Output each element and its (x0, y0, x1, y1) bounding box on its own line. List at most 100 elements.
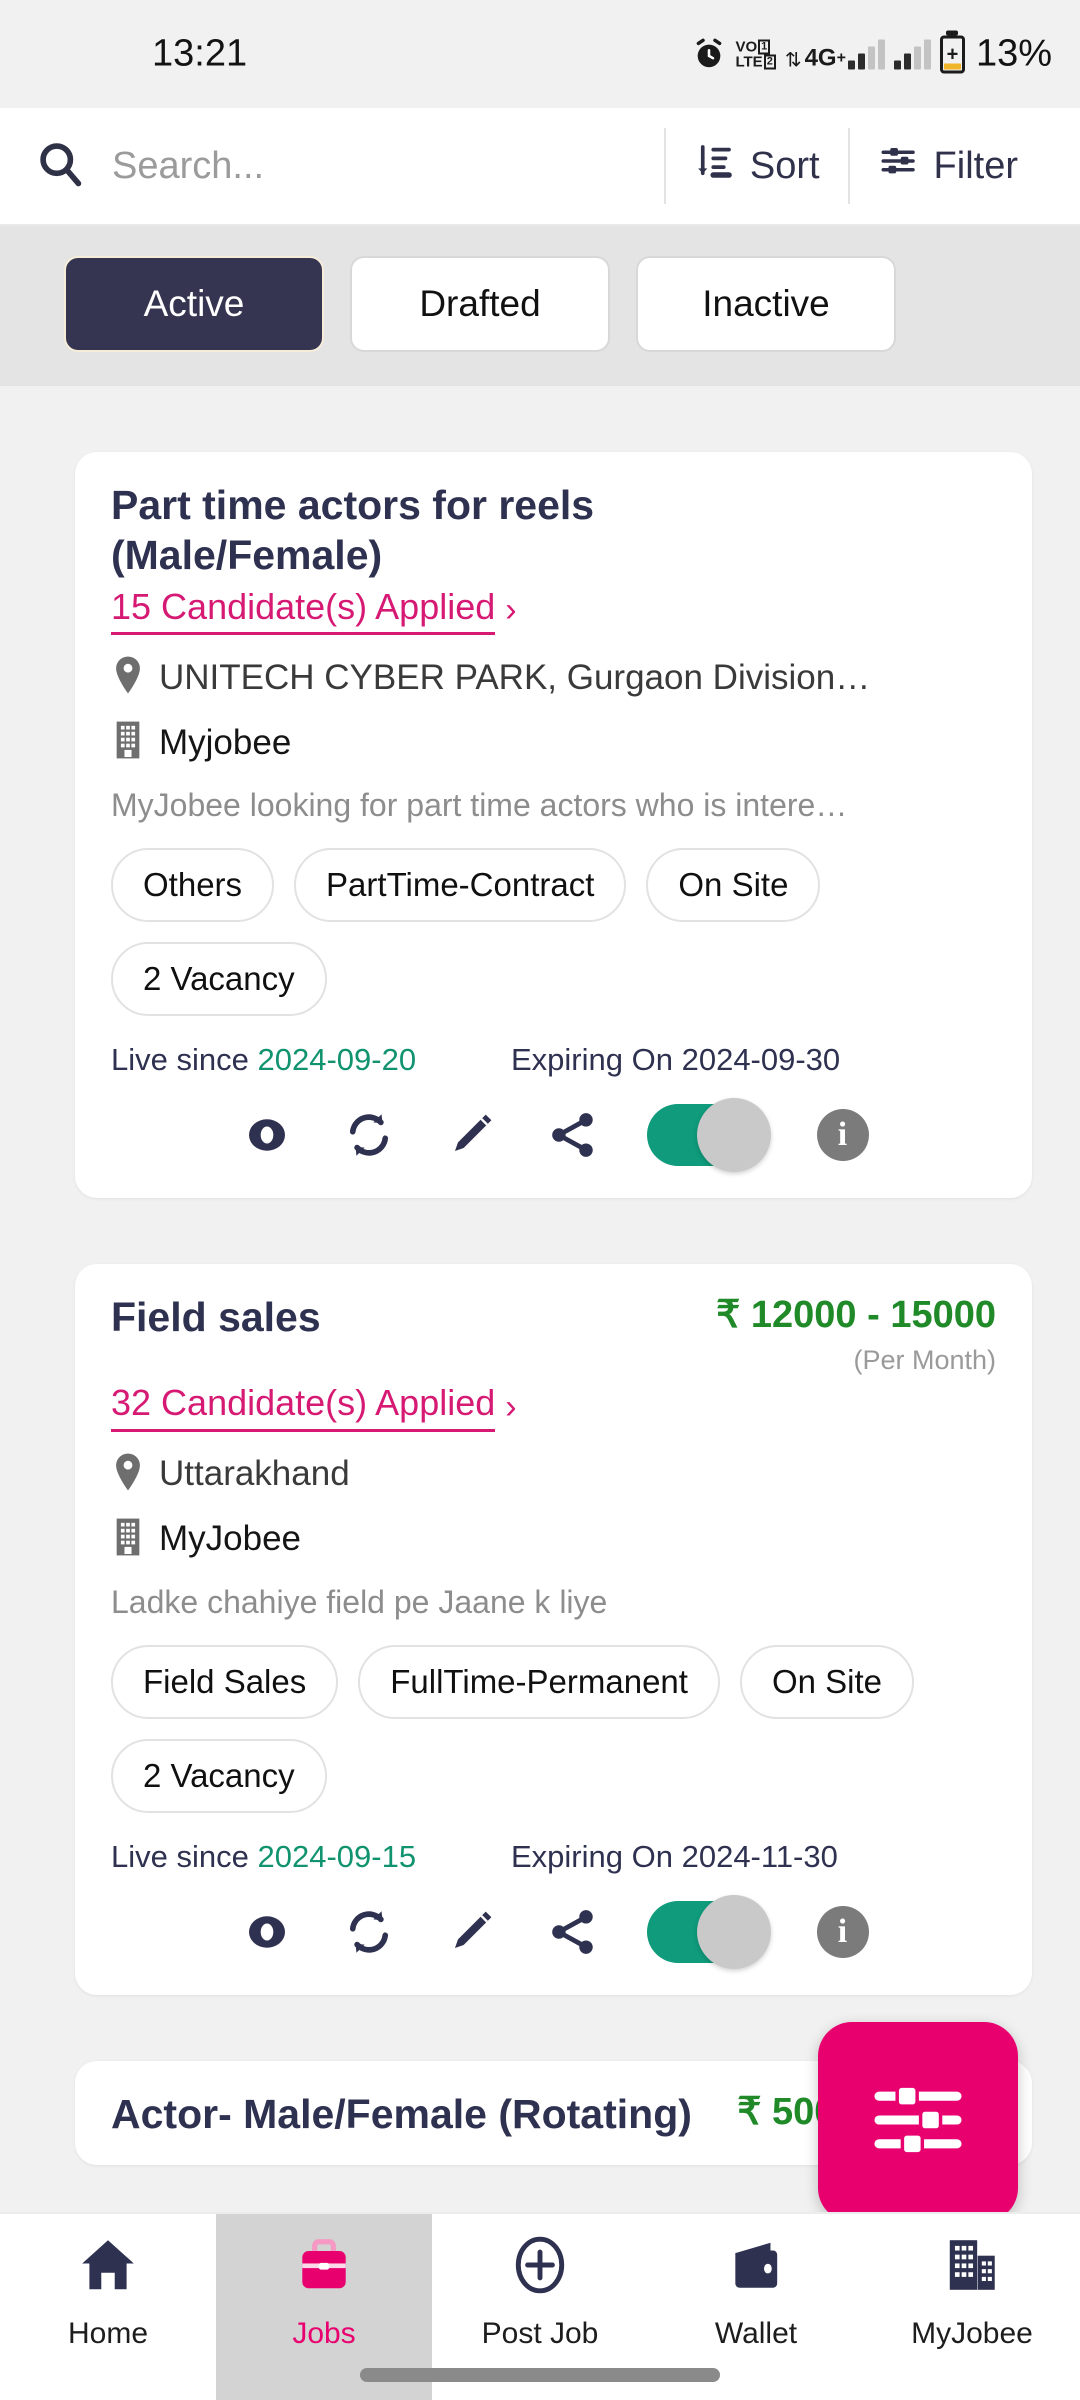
job-title: Part time actors for reels (Male/Female) (111, 482, 595, 579)
salary-period: (Per Month) (853, 1345, 996, 1376)
location-label: UNITECH CYBER PARK, Gurgaon Division… (159, 657, 871, 697)
tab-active[interactable]: Active (64, 256, 324, 352)
live-since-label: Live since (111, 1838, 249, 1874)
chevron-right-icon: › (505, 1387, 517, 1426)
job-title: Field sales (111, 1294, 321, 1341)
live-since-label: Live since (111, 1042, 249, 1078)
eye-icon[interactable] (239, 1904, 295, 1960)
job-location: UNITECH CYBER PARK, Gurgaon Division… (111, 655, 996, 700)
live-since-date: 2024-09-20 (257, 1042, 417, 1078)
sim-2-badge: 2 (763, 54, 776, 69)
expiring-date: 2024-11-30 (681, 1838, 838, 1874)
status-indicators: VO 1 LTE 2 ⇅ 4G + + 13% (692, 33, 1052, 76)
toggle-thumb (696, 1098, 771, 1173)
nav-label-myjobee: MyJobee (911, 2316, 1033, 2350)
volte-bottom-label: LTE (735, 53, 763, 70)
job-tag[interactable]: 2 Vacancy (111, 1738, 327, 1813)
home-icon (77, 2234, 139, 2301)
location-pin-icon (111, 1452, 145, 1497)
building-icon (111, 1517, 145, 1562)
eye-icon[interactable] (239, 1107, 295, 1163)
job-title: Actor- Male/Female (Rotating) (111, 2090, 692, 2137)
job-card[interactable]: Field sales ₹ 12000 - 15000 (Per Month) … (75, 1264, 1032, 1995)
job-dates: Live since 2024-09-15 Expiring On 2024-1… (111, 1839, 996, 1875)
expiring-date: 2024-09-30 (681, 1042, 841, 1078)
job-tag[interactable]: On Site (739, 1644, 915, 1719)
job-status-toggle[interactable] (646, 1098, 771, 1173)
tab-drafted[interactable]: Drafted (350, 256, 610, 352)
sort-label: Sort (749, 144, 820, 187)
company-label: Myjobee (159, 722, 292, 762)
expiring-label: Expiring On (511, 1838, 673, 1874)
refresh-icon[interactable] (341, 1904, 397, 1960)
building-icon (111, 720, 145, 765)
live-since-date: 2024-09-15 (257, 1838, 417, 1874)
share-icon[interactable] (545, 1107, 601, 1163)
info-icon[interactable]: i (816, 1905, 869, 1958)
share-icon[interactable] (545, 1904, 601, 1960)
signal-bars-2-icon (893, 39, 931, 69)
nav-label-wallet: Wallet (714, 2316, 798, 2350)
wallet-icon (725, 2234, 787, 2301)
sort-button[interactable]: Sort (666, 140, 848, 192)
battery-percent-label: 13% (975, 32, 1052, 75)
filter-fab-button[interactable] (818, 2022, 1018, 2222)
job-actions: i (111, 1098, 996, 1173)
gesture-bar[interactable] (360, 2368, 720, 2382)
filter-icon (878, 140, 920, 192)
search-input[interactable] (112, 144, 664, 188)
job-tag[interactable]: On Site (646, 848, 821, 923)
candidates-applied-label: 15 Candidate(s) Applied (111, 586, 496, 636)
signal-bars-1-icon (847, 39, 885, 69)
network-plus-label: + (836, 49, 846, 66)
plus-circle-icon (509, 2234, 571, 2301)
salary-range: ₹ 12000 - 15000 (716, 1294, 996, 1337)
network-indicator: ⇅ 4G + (785, 39, 885, 71)
job-actions: i (111, 1894, 996, 1969)
nav-item-myjobee[interactable]: MyJobee (864, 2214, 1080, 2400)
search-bar: Sort Filter (0, 108, 1080, 226)
job-location: Uttarakhand (111, 1452, 996, 1497)
network-type-label: 4G (804, 44, 837, 71)
battery-icon: + (939, 35, 965, 73)
building-icon (941, 2234, 1003, 2301)
chevron-right-icon: › (505, 591, 517, 630)
job-tag[interactable]: FullTime-Permanent (358, 1644, 720, 1719)
job-card[interactable]: Part time actors for reels (Male/Female)… (75, 452, 1032, 1199)
tab-inactive[interactable]: Inactive (636, 256, 896, 352)
candidates-applied-link[interactable]: 32 Candidate(s) Applied › (111, 1382, 996, 1432)
job-tag[interactable]: 2 Vacancy (111, 942, 327, 1017)
refresh-icon[interactable] (341, 1107, 397, 1163)
job-company: MyJobee (111, 1517, 996, 1562)
location-label: Uttarakhand (159, 1454, 350, 1494)
nav-label-home: Home (67, 2316, 149, 2350)
filter-label: Filter (933, 144, 1018, 187)
nav-item-home[interactable]: Home (0, 2214, 216, 2400)
alarm-icon (692, 37, 726, 71)
info-icon[interactable]: i (816, 1109, 869, 1162)
edit-icon[interactable] (443, 1107, 499, 1163)
job-status-toggle[interactable] (646, 1894, 771, 1969)
status-bar: 13:21 VO 1 LTE 2 ⇅ 4G + + 13% (0, 0, 1080, 108)
job-tag[interactable]: PartTime-Contract (294, 848, 627, 923)
company-label: MyJobee (159, 1519, 302, 1559)
job-tags: Others PartTime-Contract On Site 2 Vacan… (111, 848, 996, 1017)
job-description: MyJobee looking for part time actors who… (111, 787, 848, 824)
job-company: Myjobee (111, 720, 996, 765)
job-tag[interactable]: Others (111, 848, 275, 923)
candidates-applied-label: 32 Candidate(s) Applied (111, 1382, 496, 1432)
sort-icon (694, 140, 736, 192)
job-description: Ladke chahiye field pe Jaane k liye (111, 1583, 608, 1620)
edit-icon[interactable] (443, 1904, 499, 1960)
filter-button[interactable]: Filter (850, 140, 1046, 192)
briefcase-icon (293, 2234, 355, 2301)
sliders-icon (866, 2068, 970, 2177)
job-salary: ₹ 12000 - 15000 (Per Month) (716, 1292, 996, 1376)
nav-label-jobs: Jobs (292, 2316, 356, 2350)
job-tags: Field Sales FullTime-Permanent On Site 2… (111, 1644, 996, 1813)
expiring-label: Expiring On (511, 1042, 673, 1078)
toggle-thumb (696, 1894, 771, 1969)
job-tag[interactable]: Field Sales (111, 1644, 339, 1719)
job-dates: Live since 2024-09-20 Expiring On 2024-0… (111, 1042, 996, 1078)
candidates-applied-link[interactable]: 15 Candidate(s) Applied › (111, 586, 996, 636)
